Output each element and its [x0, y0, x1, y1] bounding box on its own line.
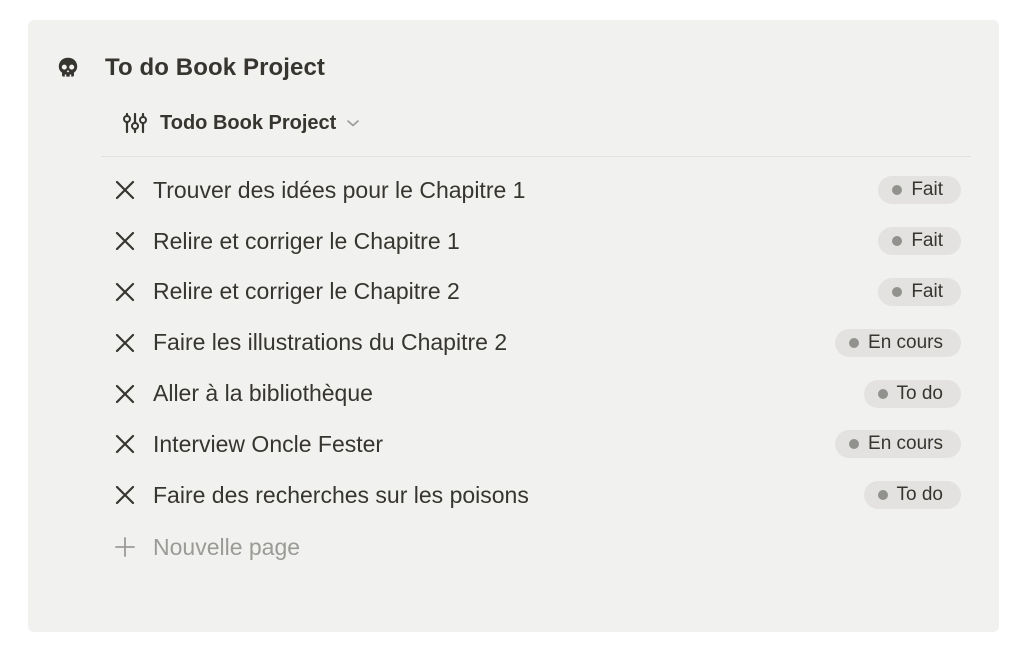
cross-icon[interactable] [111, 176, 139, 204]
view-label: Todo Book Project [160, 111, 337, 134]
status-label: En cours [868, 433, 943, 455]
task-row[interactable]: Faire les illustrations du Chapitre 2 En… [101, 317, 971, 368]
cross-icon[interactable] [111, 278, 139, 306]
status-label: En cours [868, 331, 943, 353]
status-dot [892, 286, 903, 297]
skull-icon[interactable] [54, 54, 82, 82]
new-page-label: Nouvelle page [153, 533, 301, 560]
status-badge[interactable]: Fait [878, 277, 961, 306]
task-row[interactable]: Trouver des idées pour le Chapitre 1 Fai… [101, 165, 971, 216]
status-dot [849, 337, 860, 348]
header-divider [101, 156, 971, 157]
plus-icon [111, 533, 139, 561]
task-title[interactable]: Relire et corriger le Chapitre 1 [153, 228, 460, 255]
cross-icon[interactable] [111, 481, 139, 509]
status-label: Fait [911, 179, 943, 201]
cross-icon[interactable] [111, 227, 139, 255]
task-title[interactable]: Aller à la bibliothèque [153, 380, 373, 407]
status-label: Fait [911, 230, 943, 252]
linked-database-panel: To do Book Project Todo Book Project Tro… [28, 20, 999, 632]
database-header: To do Book Project [54, 50, 325, 86]
page-title[interactable]: To do Book Project [105, 54, 325, 82]
status-badge[interactable]: En cours [835, 430, 961, 459]
status-dot [892, 236, 903, 247]
task-row[interactable]: Relire et corriger le Chapitre 2 Fait [101, 267, 971, 318]
task-title[interactable]: Interview Oncle Fester [153, 431, 383, 458]
status-label: To do [896, 484, 943, 506]
status-badge[interactable]: Fait [878, 176, 961, 205]
cross-icon[interactable] [111, 380, 139, 408]
status-badge[interactable]: Fait [878, 227, 961, 256]
status-label: Fait [911, 280, 943, 302]
task-row[interactable]: Faire des recherches sur les poisons To … [101, 470, 971, 521]
task-title[interactable]: Faire les illustrations du Chapitre 2 [153, 329, 507, 356]
cross-icon[interactable] [111, 329, 139, 357]
task-row[interactable]: Interview Oncle Fester En cours [101, 419, 971, 470]
sliders-icon [122, 110, 150, 136]
new-page-button[interactable]: Nouvelle page [101, 527, 300, 567]
task-title[interactable]: Trouver des idées pour le Chapitre 1 [153, 177, 525, 204]
view-selector[interactable]: Todo Book Project [122, 108, 360, 138]
status-badge[interactable]: To do [863, 379, 961, 408]
status-badge[interactable]: To do [863, 481, 961, 510]
status-dot [877, 490, 888, 501]
status-dot [849, 439, 860, 450]
status-label: To do [896, 382, 943, 404]
task-title[interactable]: Faire des recherches sur les poisons [153, 482, 529, 509]
task-row[interactable]: Relire et corriger le Chapitre 1 Fait [101, 216, 971, 267]
status-dot [892, 185, 903, 196]
cross-icon[interactable] [111, 430, 139, 458]
chevron-down-icon [346, 118, 360, 128]
task-title[interactable]: Relire et corriger le Chapitre 2 [153, 278, 460, 305]
status-dot [877, 388, 888, 399]
task-list: Trouver des idées pour le Chapitre 1 Fai… [101, 165, 971, 521]
task-row[interactable]: Aller à la bibliothèque To do [101, 368, 971, 419]
status-badge[interactable]: En cours [835, 328, 961, 357]
